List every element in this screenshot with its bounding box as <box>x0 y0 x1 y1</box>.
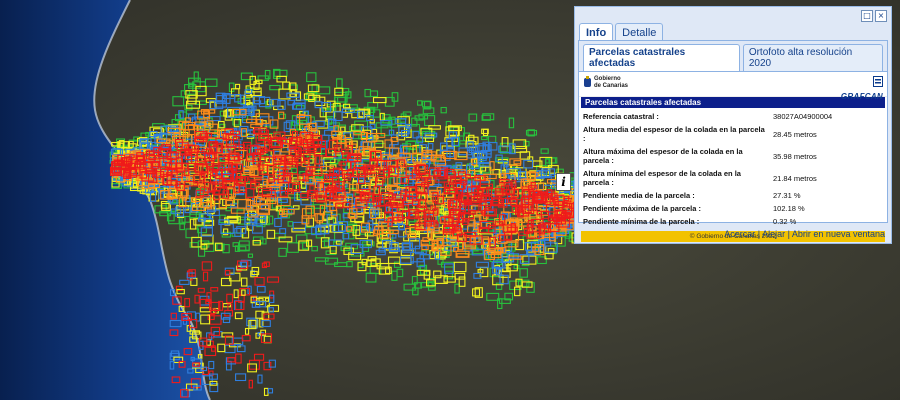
info-popup: □ × Info Detalle Parcelas catastrales af… <box>574 6 892 244</box>
gobierno-canarias-logo: Gobierno de Canarias <box>583 76 628 90</box>
subtab-parcelas[interactable]: Parcelas catastrales afectadas <box>583 44 740 71</box>
attr-value: 102.18 % <box>773 204 805 213</box>
subtab-ortofoto[interactable]: Ortofoto alta resolución 2020 <box>742 44 883 71</box>
popup-footer: Acercar | Alejar | Abrir en nueva ventan… <box>724 229 885 239</box>
logos-bar: Gobierno de Canarias GRAFCAN <box>579 72 887 101</box>
table-row: Altura mínima del espesor de la colada e… <box>581 167 885 189</box>
attr-value: 21.84 metros <box>773 173 817 183</box>
zoom-in-link[interactable]: Acercar <box>724 229 755 239</box>
footer-separator: | <box>785 229 792 239</box>
popup-subtabbar: Parcelas catastrales afectadas Ortofoto … <box>579 41 887 72</box>
open-new-window-link[interactable]: Abrir en nueva ventana <box>792 229 885 239</box>
grafcan-emblem-icon <box>873 76 883 87</box>
table-row: Altura media del espesor de la colada en… <box>581 123 885 145</box>
close-icon[interactable]: × <box>875 10 887 22</box>
attr-key: Referencia catastral : <box>583 112 659 121</box>
table-row: Pendiente máxima de la parcela : 102.18 % <box>581 202 885 215</box>
grafcan-logo: GRAFCAN <box>841 74 883 101</box>
popup-tools: □ × <box>861 10 887 22</box>
zoom-out-link[interactable]: Alejar <box>762 229 785 239</box>
attr-key: Pendiente media de la parcela : <box>583 191 695 200</box>
grafcan-label: GRAFCAN <box>840 92 883 101</box>
attr-value: 27.31 % <box>773 191 801 200</box>
attr-value: 28.45 metros <box>773 129 817 139</box>
section-title: Parcelas catastrales afectadas <box>581 97 885 108</box>
logo-left-line2: de Canarias <box>594 83 629 89</box>
table-row: Pendiente media de la parcela : 27.31 % <box>581 189 885 202</box>
attr-key: Altura máxima del espesor de la colada e… <box>583 147 743 165</box>
attr-value: 0.32 % <box>773 217 797 226</box>
attr-key: Pendiente mínima de la parcela : <box>583 217 700 226</box>
popup-tab-body: Parcelas catastrales afectadas Ortofoto … <box>578 40 888 242</box>
maximize-icon[interactable]: □ <box>861 10 873 22</box>
attr-key: Pendiente máxima de la parcela : <box>583 204 701 213</box>
attr-key: Altura media del espesor de la colada en… <box>583 125 765 143</box>
info-marker-icon[interactable]: i <box>556 173 571 191</box>
attributes-table: Referencia catastral : 38027A04900004 Alt… <box>581 110 885 228</box>
attr-value: 38027A04900004 <box>773 112 833 121</box>
attr-value: 35.98 metros <box>773 151 817 161</box>
logo-left-line1: Gobierno <box>594 76 621 82</box>
attr-key: Altura mínima del espesor de la colada e… <box>583 169 741 187</box>
table-row: Referencia catastral : 38027A04900004 <box>581 110 885 123</box>
table-row: Pendiente mínima de la parcela : 0.32 % <box>581 215 885 228</box>
table-row: Altura máxima del espesor de la colada e… <box>581 145 885 167</box>
coat-of-arms-icon <box>584 76 591 87</box>
